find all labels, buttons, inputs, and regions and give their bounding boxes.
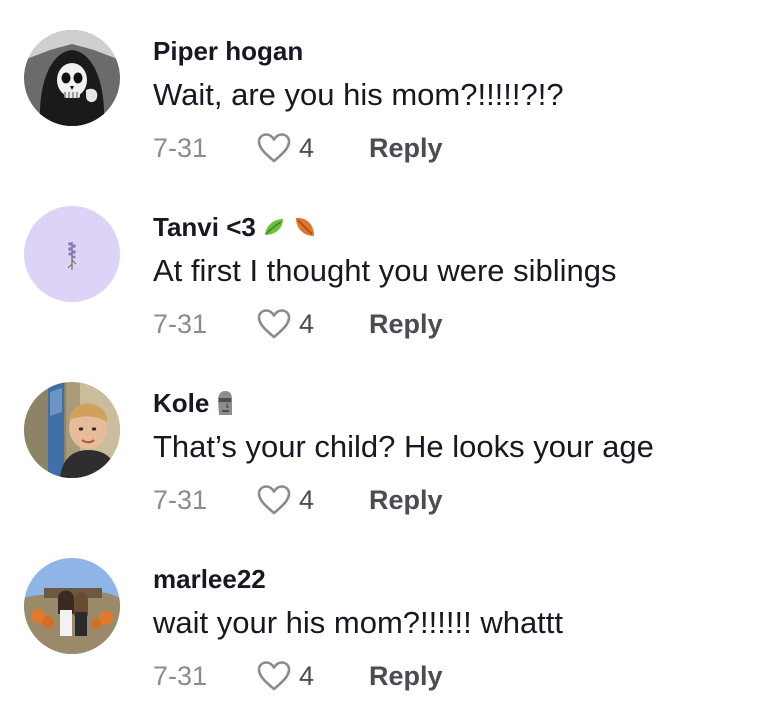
reply-button[interactable]: Reply xyxy=(369,661,443,692)
like-button[interactable]: 4 xyxy=(257,484,369,516)
comment-text: Wait, are you his mom?!!!!!?!? xyxy=(153,77,564,112)
comment-date: 7-31 xyxy=(153,484,208,515)
like-button[interactable]: 4 xyxy=(257,308,369,340)
comment-item: Piper hogan Wait, are you his mom?!!!!!?… xyxy=(0,30,776,206)
like-button[interactable]: 4 xyxy=(257,660,369,692)
comment-username[interactable]: marlee22 xyxy=(153,564,266,594)
comment-date: 7-31 xyxy=(153,132,208,163)
avatar[interactable] xyxy=(24,382,120,478)
avatar[interactable] xyxy=(24,30,120,126)
comment-meta: 7-31 4 Reply xyxy=(153,306,443,342)
comment-text: That’s your child? He looks your age xyxy=(153,429,654,464)
avatar[interactable] xyxy=(24,558,120,654)
fallen-leaf-icon xyxy=(292,214,318,240)
reply-button[interactable]: Reply xyxy=(369,133,443,164)
comment-meta: 7-31 4 Reply xyxy=(153,658,443,694)
heart-outline-icon xyxy=(257,309,291,339)
comment-meta: 7-31 4 Reply xyxy=(153,482,443,518)
comment-meta: 7-31 4 Reply xyxy=(153,130,443,166)
like-count: 4 xyxy=(299,660,315,691)
comment-username[interactable]: Piper hogan xyxy=(153,36,303,66)
comment-username[interactable]: Kole xyxy=(153,388,235,418)
comment-item: Kole That’s your child? He looks your ag… xyxy=(0,382,776,558)
heart-outline-icon xyxy=(257,485,291,515)
leaf-emoji-icon xyxy=(262,215,286,239)
comment-item: marlee22 wait your his mom?!!!!!! whattt… xyxy=(0,558,776,714)
like-count: 4 xyxy=(299,308,315,339)
reply-button[interactable]: Reply xyxy=(369,485,443,516)
like-count: 4 xyxy=(299,484,315,515)
username-text: Piper hogan xyxy=(153,36,304,66)
avatar[interactable] xyxy=(24,206,120,302)
skull-avatar-image xyxy=(24,30,120,126)
pumpkin-patch-avatar-image xyxy=(24,558,120,654)
like-button[interactable]: 4 xyxy=(257,132,369,164)
comment-date: 7-31 xyxy=(153,308,208,339)
comment-date: 7-31 xyxy=(153,660,208,691)
comment-text: wait your his mom?!!!!!! whattt xyxy=(153,605,564,640)
comment-list: Piper hogan Wait, are you his mom?!!!!!?… xyxy=(0,0,776,714)
lavender-avatar-image xyxy=(24,206,120,302)
comment-item: Tanvi <3 At first I thought you were sib… xyxy=(0,206,776,382)
username-text: marlee22 xyxy=(153,564,266,594)
like-count: 4 xyxy=(299,132,315,163)
reply-button[interactable]: Reply xyxy=(369,309,443,340)
heart-outline-icon xyxy=(257,133,291,163)
comment-text: At first I thought you were siblings xyxy=(153,253,617,288)
heart-outline-icon xyxy=(257,661,291,691)
comment-username[interactable]: Tanvi <3 xyxy=(153,212,318,242)
username-text: Kole xyxy=(153,388,210,418)
moai-emoji-icon xyxy=(215,390,235,416)
username-text: Tanvi <3 xyxy=(153,212,256,242)
child-photo-avatar-image xyxy=(24,382,120,478)
